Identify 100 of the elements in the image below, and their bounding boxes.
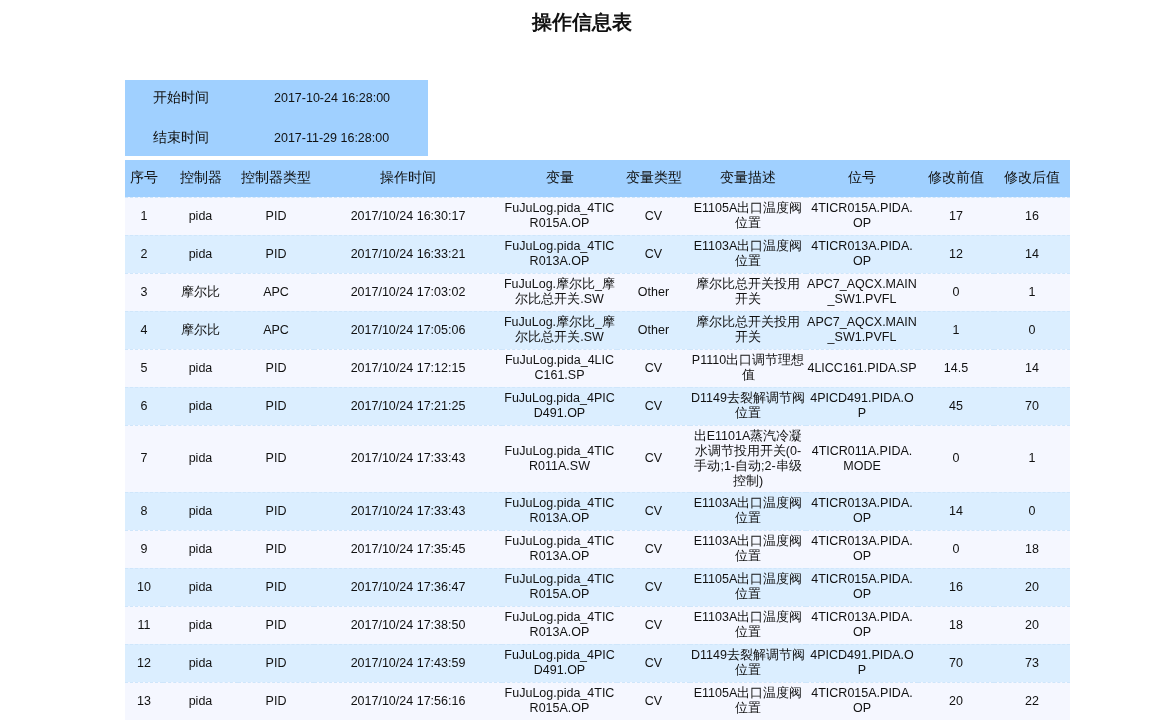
table-cell: FuJuLog.pida_4TICR013A.OP xyxy=(502,235,617,273)
table-cell: 2017/10/24 17:12:15 xyxy=(314,349,502,387)
table-cell: 0 xyxy=(918,273,994,311)
table-cell: 摩尔比总开关投用开关 xyxy=(690,273,806,311)
table-cell: 22 xyxy=(994,682,1070,720)
table-cell: pida xyxy=(163,235,238,273)
column-header: 变量 xyxy=(502,160,617,197)
table-cell: 2017/10/24 16:33:21 xyxy=(314,235,502,273)
table-cell: 4TICR011A.PIDA.MODE xyxy=(806,425,918,492)
table-cell: 73 xyxy=(994,644,1070,682)
table-cell: FuJuLog.pida_4PICD491.OP xyxy=(502,387,617,425)
table-cell: FuJuLog.pida_4TICR015A.OP xyxy=(502,568,617,606)
column-header: 修改后值 xyxy=(994,160,1070,197)
table-cell: 5 xyxy=(125,349,163,387)
table-cell: FuJuLog.pida_4PICD491.OP xyxy=(502,644,617,682)
table-cell: PID xyxy=(238,492,314,530)
table-cell: pida xyxy=(163,425,238,492)
column-header: 操作时间 xyxy=(314,160,502,197)
table-cell: 70 xyxy=(994,387,1070,425)
table-cell: 1 xyxy=(125,197,163,235)
table-cell: CV xyxy=(617,387,690,425)
table-cell: pida xyxy=(163,492,238,530)
table-cell: FuJuLog.pida_4TICR015A.OP xyxy=(502,197,617,235)
table-cell: 4TICR015A.PIDA.OP xyxy=(806,197,918,235)
table-cell: 2017/10/24 17:43:59 xyxy=(314,644,502,682)
table-cell: 9 xyxy=(125,530,163,568)
table-cell: 4TICR013A.PIDA.OP xyxy=(806,235,918,273)
table-cell: 4TICR013A.PIDA.OP xyxy=(806,606,918,644)
table-cell: E1103A出口温度阀位置 xyxy=(690,492,806,530)
table-cell: 摩尔比总开关投用开关 xyxy=(690,311,806,349)
table-cell: 2017/10/24 17:56:16 xyxy=(314,682,502,720)
table-cell: D1149去裂解调节阀位置 xyxy=(690,387,806,425)
table-cell: PID xyxy=(238,235,314,273)
table-cell: 13 xyxy=(125,682,163,720)
table-cell: 4PICD491.PIDA.OP xyxy=(806,644,918,682)
page-title: 操作信息表 xyxy=(530,10,633,35)
table-cell: 出E1101A蒸汽冷凝水调节投用开关(0-手动;1-自动;2-串级控制) xyxy=(690,425,806,492)
table-cell: FuJuLog.pida_4TICR015A.OP xyxy=(502,682,617,720)
table-cell: CV xyxy=(617,644,690,682)
table-cell: CV xyxy=(617,568,690,606)
table-cell: PID xyxy=(238,425,314,492)
table-cell: 2017/10/24 17:03:02 xyxy=(314,273,502,311)
range-value: 2017-11-29 16:28:00 xyxy=(274,131,390,145)
table-cell: 14 xyxy=(994,349,1070,387)
table-cell: 2017/10/24 17:35:45 xyxy=(314,530,502,568)
table-cell: 0 xyxy=(994,311,1070,349)
column-header: 控制器 xyxy=(163,160,238,197)
table-cell: 18 xyxy=(994,530,1070,568)
table-cell: E1105A出口温度阀位置 xyxy=(690,682,806,720)
table-cell: pida xyxy=(163,568,238,606)
table-cell: PID xyxy=(238,197,314,235)
table-cell: 2017/10/24 16:30:17 xyxy=(314,197,502,235)
column-header: 控制器类型 xyxy=(238,160,314,197)
column-header: 修改前值 xyxy=(918,160,994,197)
range-value: 2017-10-24 16:28:00 xyxy=(274,91,391,105)
table-cell: 14.5 xyxy=(918,349,994,387)
table-cell: 4TICR013A.PIDA.OP xyxy=(806,530,918,568)
column-header: 变量描述 xyxy=(690,160,806,197)
column-header: 位号 xyxy=(806,160,918,197)
table-cell: pida xyxy=(163,530,238,568)
table-cell: 4TICR013A.PIDA.OP xyxy=(806,492,918,530)
table-cell: 20 xyxy=(918,682,994,720)
table-cell: pida xyxy=(163,606,238,644)
table-cell: 11 xyxy=(125,606,163,644)
table-cell: 12 xyxy=(125,644,163,682)
range-label: 开始时间 xyxy=(152,89,210,107)
table-cell: PID xyxy=(238,387,314,425)
range-label: 结束时间 xyxy=(152,129,210,147)
table-cell: 6 xyxy=(125,387,163,425)
table-cell: FuJuLog.pida_4TICR011A.SW xyxy=(502,425,617,492)
table-cell: 8 xyxy=(125,492,163,530)
table-cell: 0 xyxy=(994,492,1070,530)
table-cell: E1103A出口温度阀位置 xyxy=(690,606,806,644)
table-cell: Other xyxy=(617,311,690,349)
table-cell: Other xyxy=(617,273,690,311)
table-cell: 0 xyxy=(918,530,994,568)
table-cell: PID xyxy=(238,568,314,606)
table-cell: E1103A出口温度阀位置 xyxy=(690,235,806,273)
table-cell: 18 xyxy=(918,606,994,644)
table-cell: APC7_AQCX.MAIN_SW1.PVFL xyxy=(806,311,918,349)
table-cell: PID xyxy=(238,644,314,682)
table-cell: P1110出口调节理想值 xyxy=(690,349,806,387)
table-cell: CV xyxy=(617,235,690,273)
table-cell: 7 xyxy=(125,425,163,492)
table-cell: CV xyxy=(617,349,690,387)
table-cell: 70 xyxy=(918,644,994,682)
table-cell: APC xyxy=(238,311,314,349)
table-cell: 16 xyxy=(918,568,994,606)
table-cell: pida xyxy=(163,349,238,387)
table-cell: CV xyxy=(617,530,690,568)
table-cell: E1105A出口温度阀位置 xyxy=(690,197,806,235)
table-cell: CV xyxy=(617,425,690,492)
table-cell: 2017/10/24 17:33:43 xyxy=(314,492,502,530)
table-cell: 45 xyxy=(918,387,994,425)
column-header: 序号 xyxy=(125,160,163,197)
table-cell: 14 xyxy=(918,492,994,530)
table-cell: APC7_AQCX.MAIN_SW1.PVFL xyxy=(806,273,918,311)
table-cell: 摩尔比 xyxy=(163,311,238,349)
table-cell: 14 xyxy=(994,235,1070,273)
table-cell: 20 xyxy=(994,606,1070,644)
